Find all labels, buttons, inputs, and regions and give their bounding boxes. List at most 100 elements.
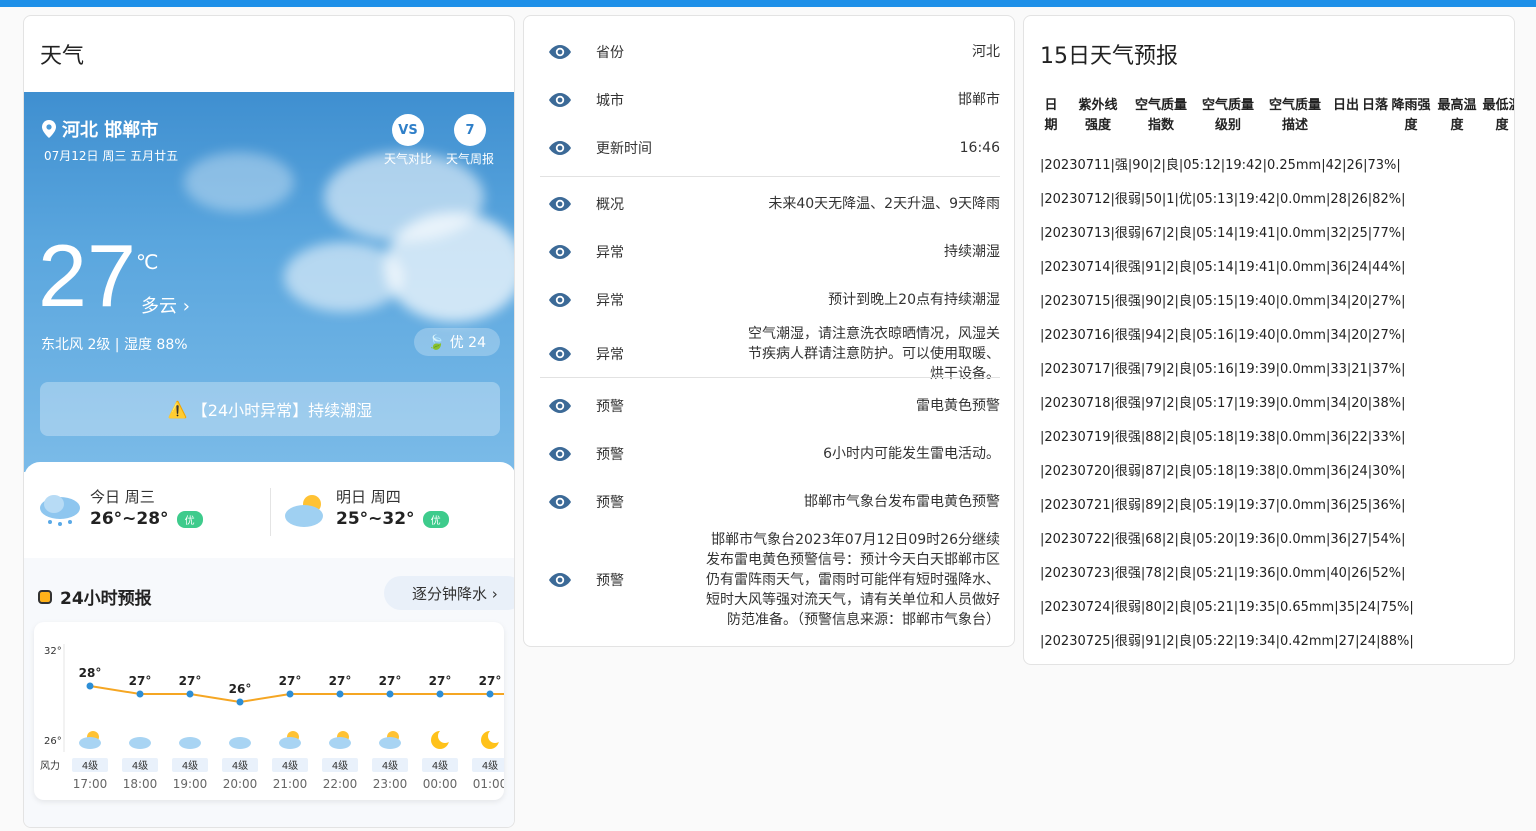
partly-cloudy-icon — [285, 495, 323, 527]
wind-level: 4级 — [232, 760, 248, 772]
wind-level: 4级 — [482, 760, 498, 772]
detail-row: 城市 邯郸市 — [540, 88, 1000, 112]
forecast-column-header: 降雨强度 — [1391, 98, 1431, 133]
hourly-chart[interactable]: 32° 26° 28° 4级 17:00 27° 4级 18:00 27° 4级 19:00 26° 4… — [34, 622, 504, 800]
today-aqi-badge: 优 — [176, 510, 203, 528]
hour-label: 00:00 — [423, 777, 458, 791]
hourly-forecast: 24小时预报 逐分钟降水 › 32° 26° 28° 4级 17:00 27° 4级 18:0… — [24, 558, 514, 827]
hour-label: 20:00 — [223, 777, 258, 791]
forecast-day-row: |20230723|很强|78|2|良|05:21|19:36|0.0mm|40… — [1040, 566, 1406, 581]
rain-cloud-icon — [40, 495, 80, 526]
section-divider — [540, 377, 1000, 378]
today-range: 26°~28° — [90, 509, 169, 529]
forecast-day-row: |20230712|很弱|50|1|优|05:13|19:42|0.0mm|28… — [1040, 192, 1406, 207]
forecast-column-header: 空气质量描述 — [1268, 98, 1321, 133]
divider — [270, 488, 271, 536]
temperature-point — [486, 690, 494, 698]
today-label: 今日 周三 — [90, 488, 155, 506]
warning-icon: ⚠️ — [167, 399, 188, 419]
eye-icon[interactable] — [540, 192, 580, 216]
forecast-column-header: 空气质量级别 — [1201, 98, 1254, 133]
temperature-point — [436, 690, 444, 698]
detail-key: 预警 — [596, 447, 624, 463]
condition-link[interactable]: 多云 › — [141, 292, 190, 318]
detail-value: 邯郸市 — [958, 92, 1000, 108]
hourly-title: 24小时预报 — [38, 584, 152, 609]
eye-icon[interactable] — [540, 240, 580, 264]
minute-precip-button[interactable]: 逐分钟降水 › — [384, 576, 514, 610]
forecast-column-header: 紫外线强度 — [1078, 98, 1118, 133]
hour-label: 01:00 — [473, 777, 504, 791]
temperature-label: 27° — [379, 674, 402, 688]
forecast-day-row: |20230718|很强|97|2|良|05:17|19:39|0.0mm|34… — [1040, 396, 1406, 411]
forecast-column-header: 最低温度 — [1482, 98, 1514, 133]
detail-value: 持续潮湿 — [944, 244, 1000, 260]
forecast-day-row: |20230713|很弱|67|2|良|05:14|19:41|0.0mm|32… — [1040, 226, 1406, 241]
forecast-day-row: |20230720|很弱|87|2|良|05:18|19:38|0.0mm|36… — [1040, 464, 1406, 479]
forecast-15day-card: 15日天气预报 日期 紫外线强度 空气质量指数 空气质量级别 空气质量描述 日出 日落 降雨强… — [1023, 15, 1515, 665]
partly-cloudy-icon — [79, 731, 101, 749]
forecast-column-header: 日落 — [1362, 98, 1389, 113]
cloudy-icon — [129, 737, 151, 749]
top-accent-bar — [0, 0, 1536, 7]
hourly-title-text: 24小时预报 — [60, 589, 152, 609]
hourly-chart-svg: 32° 26° 28° 4级 17:00 27° 4级 18:00 27° 4级 19:00 26° 4… — [40, 644, 504, 791]
tomorrow-summary[interactable]: 明日 周四 25°~32° 优 — [284, 486, 449, 529]
detail-key: 省份 — [596, 45, 624, 61]
temperature-point — [336, 690, 344, 698]
forecast-column-header: 日期 — [1044, 98, 1058, 133]
detail-row: 异常 空气潮湿，请注意洗衣晾晒情况，风湿关节疾病人群请注意防护。可以使用取暖、烘干… — [540, 324, 1000, 384]
eye-icon[interactable] — [540, 88, 580, 112]
y-tick-label: 26° — [44, 736, 62, 747]
eye-icon[interactable] — [540, 490, 580, 514]
tomorrow-label: 明日 周四 — [336, 488, 401, 506]
today-summary[interactable]: 今日 周三 26°~28° 优 — [38, 486, 203, 529]
detail-row: 预警 雷电黄色预警 — [540, 394, 1000, 418]
location[interactable]: 河北 邯郸市 — [42, 116, 158, 142]
weekly-report-button[interactable]: 7 天气周报 — [440, 114, 500, 167]
compare-button[interactable]: VS 天气对比 — [378, 114, 438, 167]
eye-icon[interactable] — [540, 288, 580, 312]
wind-level: 4级 — [182, 760, 198, 772]
forecast-day-row: |20230714|很强|91|2|良|05:14|19:41|0.0mm|36… — [1040, 260, 1406, 275]
cloudy-icon — [179, 737, 201, 749]
eye-icon[interactable] — [540, 394, 580, 418]
eye-icon[interactable] — [540, 136, 580, 160]
temperature-point — [386, 690, 394, 698]
detail-value: 邯郸市气象台发布雷电黄色预警 — [804, 494, 1000, 510]
detail-key: 异常 — [596, 245, 624, 261]
forecast-day-row: |20230719|很强|88|2|良|05:18|19:38|0.0mm|36… — [1040, 430, 1406, 445]
detail-key: 更新时间 — [596, 141, 652, 157]
forecast-day-row: |20230715|很强|90|2|良|05:15|19:40|0.0mm|34… — [1040, 294, 1406, 309]
wind-level: 4级 — [132, 760, 148, 772]
wind-level: 4级 — [432, 760, 448, 772]
alert-banner[interactable]: ⚠️ 【24小时异常】持续潮湿 — [40, 382, 500, 436]
weekly-report-label: 天气周报 — [445, 152, 494, 166]
eye-icon[interactable] — [540, 342, 580, 366]
forecast-header: 日期紫外线强度空气质量指数空气质量级别空气质量描述日出日落降雨强度最高温度最低温… — [1040, 96, 1514, 136]
vs-icon: VS — [392, 114, 424, 146]
forecast-column-header: 空气质量指数 — [1134, 98, 1187, 133]
eye-icon[interactable] — [540, 40, 580, 64]
hour-label: 23:00 — [373, 777, 408, 791]
hour-label: 17:00 — [73, 777, 108, 791]
moon-icon — [481, 729, 502, 749]
moon-icon — [431, 729, 452, 749]
eye-icon[interactable] — [540, 568, 580, 592]
wind-humidity: 东北风 2级 | 湿度 88% — [41, 337, 188, 353]
partly-cloudy-icon — [379, 731, 401, 749]
detail-row: 更新时间 16:46 — [540, 136, 1000, 160]
location-pin-icon — [42, 120, 56, 138]
temperature-label: 27° — [179, 674, 202, 688]
temperature-label: 26° — [229, 682, 252, 696]
forecast-day-row: |20230724|很弱|80|2|良|05:21|19:35|0.65mm|3… — [1040, 600, 1414, 615]
aqi-badge[interactable]: 🍃 优 24 — [413, 328, 500, 356]
wind-row-label: 风力 — [40, 759, 60, 772]
detail-key: 异常 — [596, 293, 624, 309]
detail-key: 预警 — [596, 399, 624, 415]
eye-icon[interactable] — [540, 442, 580, 466]
location-text: 河北 邯郸市 — [62, 120, 159, 141]
temperature-label: 27° — [279, 674, 302, 688]
detail-value: 预计到晚上20点有持续潮湿 — [828, 292, 1000, 308]
detail-key: 预警 — [596, 573, 624, 589]
